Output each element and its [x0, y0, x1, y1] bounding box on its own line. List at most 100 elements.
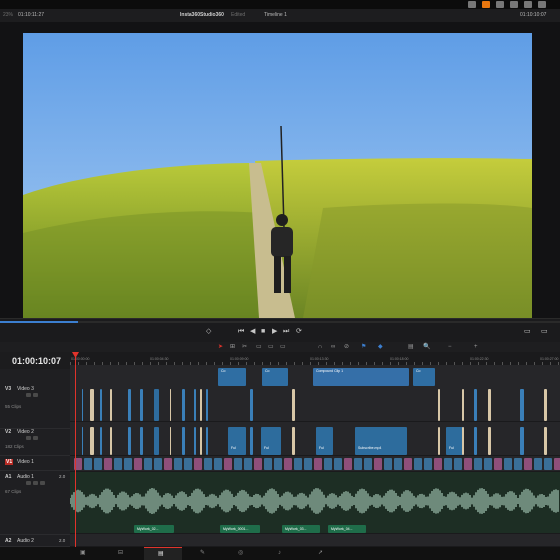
- timeline-clip-stripe[interactable]: [292, 389, 295, 421]
- v1-clip[interactable]: [484, 458, 492, 470]
- solo-icon[interactable]: [33, 481, 38, 485]
- loop-icon[interactable]: ⟳: [296, 328, 302, 335]
- cut-page-icon[interactable]: ⊟: [118, 550, 123, 556]
- timeline-clip-stripe[interactable]: [488, 427, 491, 455]
- timeline-clip-stripe[interactable]: [462, 427, 464, 455]
- match-frame-icon[interactable]: ◇: [206, 328, 211, 335]
- fairlight-page-icon[interactable]: ♪: [278, 550, 281, 556]
- track-name[interactable]: Audio 2: [17, 538, 34, 544]
- track-header-v3[interactable]: V3 Video 3 55 Clips: [0, 383, 70, 429]
- timeline-clip-stripe[interactable]: [200, 389, 202, 421]
- timeline-clip[interactable]: Ful: [228, 427, 246, 455]
- v1-clip[interactable]: [474, 458, 482, 470]
- viewer-scrubber[interactable]: [0, 321, 560, 323]
- timeline-clip-stripe[interactable]: [90, 389, 94, 421]
- timeline-ruler[interactable]: 01:00:00:00 01:00:04:30 01:00:09:00 01:0…: [70, 352, 560, 365]
- v1-clip[interactable]: [274, 458, 282, 470]
- playhead[interactable]: [75, 352, 76, 547]
- v1-clip[interactable]: [414, 458, 422, 470]
- track-name[interactable]: Video 1: [17, 459, 34, 465]
- blade-tool-icon[interactable]: ✂: [242, 344, 247, 350]
- timeline-clip-stripe[interactable]: [438, 427, 440, 455]
- track-name[interactable]: Audio 1: [17, 474, 34, 480]
- v1-clip[interactable]: [204, 458, 212, 470]
- v1-clip[interactable]: [394, 458, 402, 470]
- timeline-clip-stripe[interactable]: [82, 427, 83, 455]
- v1-clip[interactable]: [554, 458, 560, 470]
- v1-clip[interactable]: [344, 458, 352, 470]
- timeline-clip-stripe[interactable]: [438, 389, 440, 421]
- timeline-clip-stripe[interactable]: [544, 389, 547, 421]
- timeline-clip[interactable]: Co: [413, 368, 435, 386]
- v1-clip[interactable]: [154, 458, 162, 470]
- timeline-clip-stripe[interactable]: [488, 389, 491, 421]
- v1-clip[interactable]: [364, 458, 372, 470]
- v1-clip[interactable]: [94, 458, 102, 470]
- timeline-clip-stripe[interactable]: [206, 427, 208, 455]
- status-icon-4[interactable]: [524, 1, 532, 8]
- zoom-out-icon[interactable]: −: [448, 344, 452, 350]
- timeline-clip-stripe[interactable]: [170, 389, 171, 421]
- timeline-clip-stripe[interactable]: [140, 427, 143, 455]
- media-page-icon[interactable]: ▣: [80, 550, 86, 556]
- v1-clip[interactable]: [324, 458, 332, 470]
- timeline-clip-stripe[interactable]: [170, 427, 171, 455]
- insert-icon[interactable]: ▭: [256, 344, 262, 350]
- position-lock-icon[interactable]: ⊘: [344, 344, 349, 350]
- zoom-level[interactable]: 23%: [3, 12, 13, 18]
- timeline-clip[interactable]: Co: [262, 368, 288, 386]
- timeline-tracks[interactable]: Co Co Compound Clip 1 Co Ful Ful Ful Sub…: [70, 365, 560, 547]
- v1-clip[interactable]: [114, 458, 122, 470]
- jump-start-icon[interactable]: ⏮: [238, 328, 244, 335]
- v1-clip[interactable]: [464, 458, 472, 470]
- v1-clip[interactable]: [534, 458, 542, 470]
- v1-clip[interactable]: [494, 458, 502, 470]
- track-header-a2[interactable]: A2 Audio 2 2.0: [0, 535, 70, 547]
- timeline-clip-stripe[interactable]: [474, 389, 477, 421]
- timeline-name-dropdown[interactable]: Timeline 1: [264, 12, 287, 18]
- audio-clip[interactable]: MyWork_04...: [328, 525, 366, 533]
- status-icon-3[interactable]: [510, 1, 518, 8]
- lock-icon[interactable]: [26, 481, 31, 485]
- monitor-icon[interactable]: [33, 436, 38, 440]
- lock-icon[interactable]: [26, 436, 31, 440]
- v1-clip[interactable]: [354, 458, 362, 470]
- fusion-page-icon[interactable]: ✎: [200, 550, 205, 556]
- v1-clip[interactable]: [454, 458, 462, 470]
- highlight-icon[interactable]: [482, 1, 490, 8]
- timeline-clip-stripe[interactable]: [520, 389, 524, 421]
- track-header-v2[interactable]: V2 Video 2 182 Clips: [0, 426, 70, 456]
- selection-tool-icon[interactable]: ➤: [218, 344, 223, 350]
- v1-clip[interactable]: [264, 458, 272, 470]
- compound-clip[interactable]: Compound Clip 1: [313, 368, 409, 386]
- v1-clip[interactable]: [234, 458, 242, 470]
- v1-clip[interactable]: [84, 458, 92, 470]
- timeline-clip-stripe[interactable]: [90, 427, 94, 455]
- v1-clip[interactable]: [314, 458, 322, 470]
- v1-clip[interactable]: [284, 458, 292, 470]
- zoom-full-icon[interactable]: ▤: [408, 344, 414, 350]
- viewer-options-icon[interactable]: ▭: [524, 328, 531, 335]
- color-page-icon[interactable]: ◎: [238, 550, 243, 556]
- timeline-clip-stripe[interactable]: [154, 389, 159, 421]
- v1-clip[interactable]: [384, 458, 392, 470]
- replace-icon[interactable]: ▭: [280, 344, 286, 350]
- deliver-page-icon[interactable]: ➚: [318, 550, 323, 556]
- status-icon-2[interactable]: [496, 1, 504, 8]
- edit-page-tab[interactable]: ▤: [144, 547, 182, 560]
- timeline-clip-stripe[interactable]: [182, 427, 185, 455]
- timeline-clip-stripe[interactable]: [100, 389, 102, 421]
- track-header-a1[interactable]: A1 Audio 1 2.0 67 Clips: [0, 471, 70, 535]
- fullscreen-icon[interactable]: ▭: [541, 328, 548, 335]
- v1-clip[interactable]: [144, 458, 152, 470]
- timeline-clip-stripe[interactable]: [200, 427, 202, 455]
- v1-clip[interactable]: [134, 458, 142, 470]
- track-name[interactable]: Video 3: [17, 386, 34, 392]
- monitor-icon[interactable]: [33, 393, 38, 397]
- track-header-v1[interactable]: V1 Video 1: [0, 456, 70, 471]
- link-icon[interactable]: ∞: [331, 344, 335, 350]
- v1-clip[interactable]: [524, 458, 532, 470]
- lock-icon[interactable]: [26, 393, 31, 397]
- zoom-icon[interactable]: 🔍: [423, 344, 430, 350]
- timeline-clip-stripe[interactable]: [182, 389, 185, 421]
